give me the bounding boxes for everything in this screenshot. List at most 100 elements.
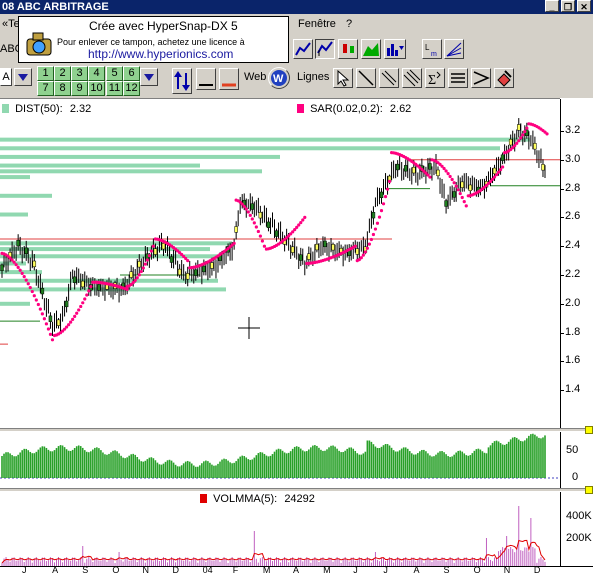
pane-handle-2[interactable] (585, 486, 593, 494)
period-button-10[interactable]: 10 (88, 81, 105, 96)
sar-dot (369, 237, 374, 242)
sar-dot (135, 276, 139, 280)
period-button-12[interactable]: 12 (123, 81, 140, 96)
sigma-icon: Σ (428, 71, 441, 88)
parallel-tool-button[interactable] (379, 68, 399, 88)
menu-item-fenetre[interactable]: Fenêtre (298, 18, 336, 30)
pointer-tool-button[interactable] (333, 68, 353, 88)
sar-dot (545, 132, 549, 136)
candle-body (315, 243, 319, 251)
x-tick-label: O (473, 565, 481, 575)
pane-handle-1[interactable] (585, 426, 593, 434)
sar-dot (365, 246, 369, 250)
sar-dot (79, 304, 83, 309)
x-tick-label: D (533, 565, 541, 575)
close-button[interactable]: ✕ (577, 0, 591, 12)
sar-dot (248, 213, 252, 217)
window-title: 08 ABC ARBITRAGE (2, 1, 109, 13)
sar-dot (14, 263, 18, 267)
fibo-button[interactable] (444, 39, 464, 59)
x-tick-label: S (82, 565, 89, 575)
eraser-button[interactable] (494, 68, 514, 88)
angle-tool-button[interactable] (471, 68, 491, 88)
sar-dot (26, 282, 30, 286)
svg-text:Σ: Σ (428, 73, 436, 87)
sar-dot (519, 136, 523, 140)
font-a-field[interactable]: A (0, 68, 12, 86)
line-tool-button[interactable] (356, 68, 376, 88)
sort-button[interactable] (172, 68, 192, 94)
sar-dot (149, 249, 153, 253)
candle-body (541, 164, 545, 171)
candle-body (40, 287, 45, 295)
sar-dot (496, 170, 501, 174)
ohlc-icon (317, 41, 333, 56)
log-scale-button[interactable]: Lm (422, 39, 442, 59)
volume-pane[interactable]: VOLMMA(5): 24292 (0, 492, 560, 568)
period-button-2[interactable]: 2 (54, 66, 71, 81)
candle-body (492, 167, 497, 175)
font-dropdown-button[interactable] (14, 68, 32, 86)
sar-dot (498, 168, 503, 172)
period-button-6[interactable]: 6 (123, 66, 140, 81)
period-button-3[interactable]: 3 (71, 66, 88, 81)
oscillator-pane[interactable] (0, 432, 560, 488)
candle-body (403, 165, 408, 172)
channel-tool-button[interactable] (402, 68, 422, 88)
sar-dot (256, 229, 260, 234)
restore-button[interactable]: ❐ (561, 0, 575, 12)
price-pane[interactable]: DIST(50): 2.32 SAR(0.02,0.2): 2.62 (0, 99, 560, 428)
period-button-9[interactable]: 9 (71, 81, 88, 96)
stamp-link[interactable]: http://www.hyperionics.com (88, 47, 233, 61)
price-tick-label: 2.6 (565, 210, 581, 223)
price-tick-label: 1.6 (565, 354, 581, 367)
period-button-11[interactable]: 11 (106, 81, 123, 96)
sar-dot (361, 253, 365, 257)
sar-dot (143, 262, 147, 266)
volume-button[interactable] (384, 39, 406, 59)
sar-dot (458, 191, 462, 196)
sum-tool-button[interactable]: Σ (425, 68, 445, 88)
line-chart-button[interactable] (293, 39, 313, 59)
svg-text:W: W (273, 73, 284, 85)
color-button[interactable] (219, 68, 239, 90)
sar-dot (30, 289, 34, 294)
chevron-down-icon (144, 74, 154, 81)
x-tick-label: A (293, 565, 300, 575)
bar-chart-button[interactable] (315, 39, 335, 59)
candle-body (508, 138, 513, 146)
period-button-8[interactable]: 8 (54, 81, 71, 96)
candle-body (250, 203, 255, 210)
web-button[interactable]: W (268, 67, 290, 89)
underline-button[interactable] (196, 68, 216, 90)
camera-icon (26, 32, 52, 56)
period-button-1[interactable]: 1 (37, 66, 54, 81)
sar-dot (525, 126, 529, 130)
osc-tick-label: 50 (566, 444, 579, 456)
period-dropdown-button[interactable] (140, 68, 158, 86)
price-tick-label: 2.2 (565, 268, 581, 280)
sar-dot (36, 302, 40, 307)
period-button-7[interactable]: 7 (37, 81, 54, 96)
horizontal-lines-icon (451, 73, 465, 83)
hlines-tool-button[interactable] (448, 68, 468, 88)
area-chart-button[interactable] (361, 39, 381, 59)
line-chart-icon (295, 42, 311, 56)
sar-dot (244, 207, 248, 211)
candle-button[interactable] (338, 39, 358, 59)
volume-tick-label: 400K (566, 510, 592, 522)
x-tick-label: N (142, 565, 149, 575)
sar-dot (73, 314, 77, 319)
period-button-5[interactable]: 5 (106, 66, 123, 81)
minimize-button[interactable]: _ (545, 0, 559, 12)
period-button-4[interactable]: 4 (88, 66, 105, 81)
sar-dot (125, 287, 129, 291)
sar-dot (254, 225, 258, 229)
candle-body (161, 243, 166, 250)
candle-body (16, 239, 20, 247)
sar-dot (186, 259, 190, 263)
chevron-down-icon (18, 74, 28, 81)
menu-item-help[interactable]: ? (346, 18, 352, 30)
candle-body (202, 265, 206, 273)
sar-dot (46, 327, 51, 331)
